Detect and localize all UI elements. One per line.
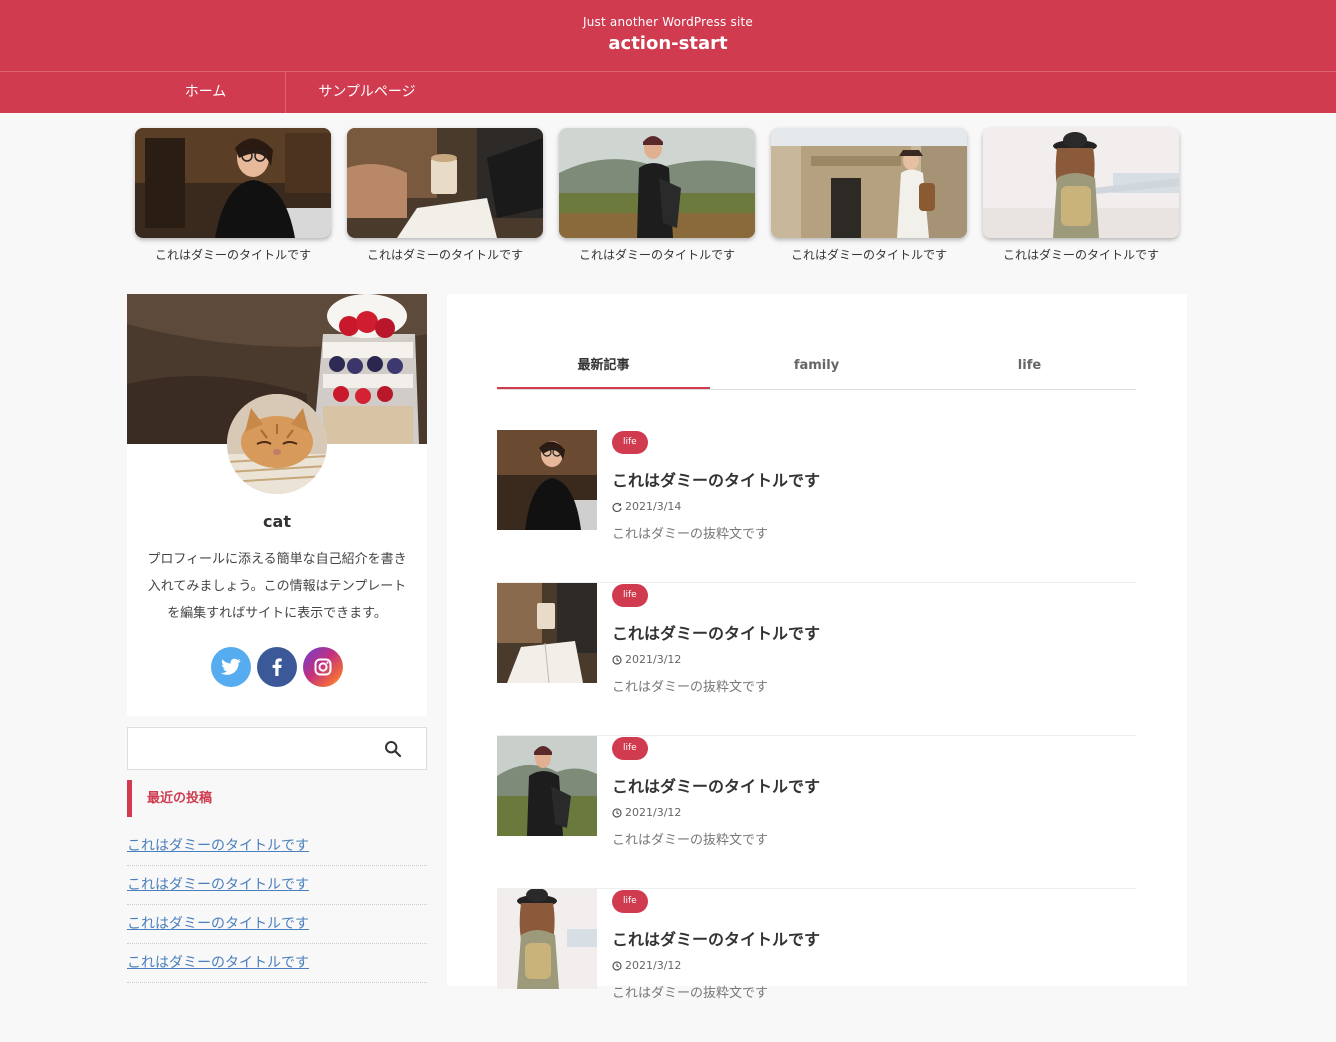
article-card[interactable]: life これはダミーのタイトルです 2021/3/12 これはダミーの抜粋文で… — [497, 583, 1136, 736]
update-icon — [612, 502, 622, 512]
recent-posts-title: 最近の投稿 — [127, 780, 427, 817]
article-excerpt: これはダミーの抜粋文です — [612, 833, 769, 848]
article-title[interactable]: これはダミーのタイトルです — [612, 926, 820, 950]
profile-description: プロフィールに添える簡単な自己紹介を書き入れてみましょう。この情報はテンプレート… — [147, 552, 407, 621]
avatar — [227, 394, 327, 494]
article-title[interactable]: これはダミーのタイトルです — [612, 773, 820, 797]
twitter-button[interactable] — [211, 647, 251, 687]
tab-life[interactable]: life — [923, 344, 1136, 389]
article-card[interactable]: life これはダミーのタイトルです 2021/3/14 これはダミーの抜粋文で… — [497, 430, 1136, 583]
article-title[interactable]: これはダミーのタイトルです — [612, 467, 820, 491]
global-nav: ホーム サンプルページ — [0, 71, 1336, 113]
facebook-button[interactable] — [257, 647, 297, 687]
article-title[interactable]: これはダミーのタイトルです — [612, 620, 820, 644]
featured-image — [135, 128, 331, 238]
article-card[interactable]: life これはダミーのタイトルです 2021/3/12 これはダミーの抜粋文で… — [497, 736, 1136, 889]
recent-post-link[interactable]: これはダミーのタイトルです — [127, 827, 427, 866]
main-content: 最新記事 family life life これはダミーのタイトルです 2021… — [447, 294, 1187, 1001]
article-date: 2021/3/12 — [612, 806, 681, 819]
site-tagline: Just another WordPress site — [583, 15, 753, 29]
category-badge[interactable]: life — [612, 737, 648, 760]
featured-card[interactable]: これはダミーのタイトルです — [347, 128, 543, 263]
featured-image — [983, 128, 1179, 238]
recent-post-link[interactable]: これはダミーのタイトルです — [127, 905, 427, 944]
search-input[interactable] — [127, 727, 427, 770]
category-badge[interactable]: life — [612, 584, 648, 607]
tab-latest[interactable]: 最新記事 — [497, 344, 710, 389]
site-header: Just another WordPress site action-start — [0, 0, 1336, 71]
nav-item-sample-page[interactable]: サンプルページ — [287, 72, 447, 113]
featured-image — [559, 128, 755, 238]
site-title[interactable]: action-start — [0, 33, 1336, 54]
recent-post-link[interactable]: これはダミーのタイトルです — [127, 866, 427, 905]
article-excerpt: これはダミーの抜粋文です — [612, 986, 769, 1001]
category-badge[interactable]: life — [612, 890, 648, 913]
article-date-text: 2021/3/12 — [625, 653, 682, 666]
twitter-icon — [221, 658, 241, 675]
recent-posts-list: これはダミーのタイトルです これはダミーのタイトルです これはダミーのタイトルで… — [127, 827, 427, 983]
instagram-icon — [314, 658, 332, 676]
featured-image — [771, 128, 967, 238]
article-date: 2021/3/14 — [612, 500, 681, 513]
article-date-text: 2021/3/14 — [625, 500, 682, 513]
article-card[interactable]: life これはダミーのタイトルです 2021/3/12 これはダミーの抜粋文で… — [497, 889, 1136, 1042]
featured-caption: これはダミーのタイトルです — [1002, 248, 1159, 262]
featured-caption: これはダミーのタイトルです — [790, 248, 947, 262]
featured-card[interactable]: これはダミーのタイトルです — [559, 128, 755, 263]
clock-icon — [612, 654, 622, 665]
category-badge[interactable]: life — [612, 431, 648, 454]
article-date: 2021/3/12 — [612, 653, 681, 666]
post-tabs: 最新記事 family life — [497, 344, 1136, 390]
featured-card[interactable]: これはダミーのタイトルです — [135, 128, 331, 263]
clock-icon — [612, 807, 622, 818]
article-thumbnail — [497, 430, 597, 530]
nav-item-home[interactable]: ホーム — [126, 72, 286, 113]
featured-caption: これはダミーのタイトルです — [154, 248, 311, 262]
article-date-text: 2021/3/12 — [625, 806, 682, 819]
article-thumbnail — [497, 889, 597, 989]
article-excerpt: これはダミーの抜粋文です — [612, 680, 769, 695]
facebook-icon — [272, 658, 282, 676]
article-thumbnail — [497, 583, 597, 683]
featured-caption: これはダミーのタイトルです — [578, 248, 735, 262]
article-thumbnail — [497, 736, 597, 836]
article-excerpt: これはダミーの抜粋文です — [612, 527, 769, 542]
featured-card[interactable]: これはダミーのタイトルです — [983, 128, 1179, 263]
instagram-button[interactable] — [303, 647, 343, 687]
profile-name: cat — [263, 512, 291, 531]
featured-image — [347, 128, 543, 238]
recent-post-link[interactable]: これはダミーのタイトルです — [127, 944, 427, 983]
profile-card: cat プロフィールに添える簡単な自己紹介を書き入れてみましょう。この情報はテン… — [127, 294, 427, 716]
article-date-text: 2021/3/12 — [625, 959, 682, 972]
search-icon[interactable] — [384, 740, 402, 758]
featured-caption: これはダミーのタイトルです — [366, 248, 523, 262]
clock-icon — [612, 960, 622, 971]
featured-card[interactable]: これはダミーのタイトルです — [771, 128, 967, 263]
tab-family[interactable]: family — [710, 344, 923, 389]
article-date: 2021/3/12 — [612, 959, 681, 972]
